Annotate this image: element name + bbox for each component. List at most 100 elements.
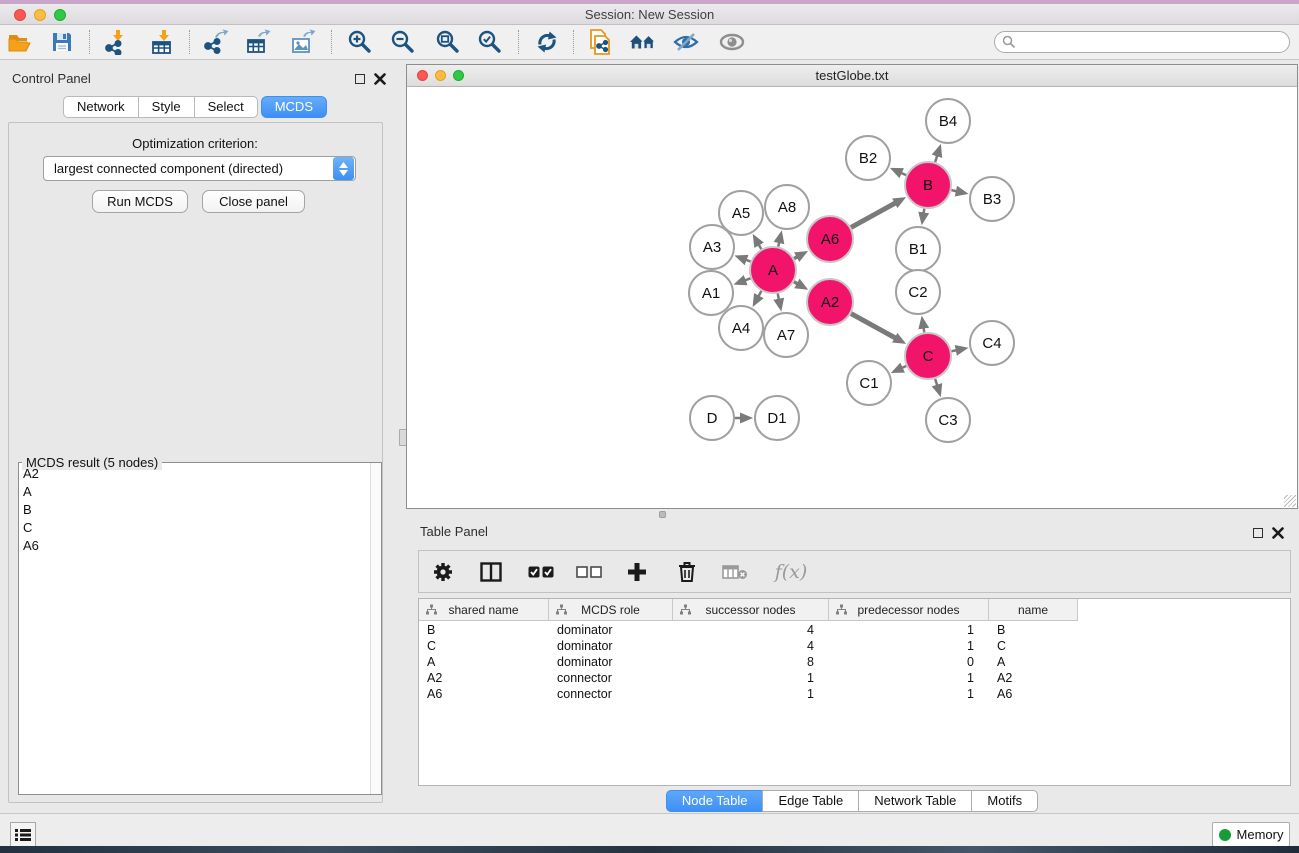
home-icon[interactable] [629,28,657,56]
table-row[interactable]: A6connector11A6 [419,687,1290,703]
table-cell-mcds-role[interactable]: connector [549,687,673,703]
graph-node-B3[interactable]: B3 [970,177,1014,221]
zoom-selected-icon[interactable] [476,28,504,56]
graph-node-C4[interactable]: C4 [970,321,1014,365]
mcds-result-item[interactable]: A [19,482,369,500]
task-history-button[interactable] [10,822,36,847]
table-cell-name[interactable]: A [989,655,1078,671]
optimization-criterion-dropdown[interactable]: largest connected component (directed) [43,156,356,181]
table-cell-mcds-role[interactable]: dominator [549,655,673,671]
table-cell-shared-name[interactable]: A2 [419,671,549,687]
column-header-predecessor-nodes[interactable]: predecessor nodes [829,599,989,621]
column-header-shared-name[interactable]: shared name [419,599,549,621]
search-field[interactable] [994,31,1290,53]
graph-node-A3[interactable]: A3 [690,225,734,269]
export-network-icon[interactable] [202,28,230,56]
graph-node-A[interactable]: A [750,247,796,293]
mcds-result-item[interactable]: A6 [19,536,369,554]
table-cell-name[interactable]: B [989,623,1078,639]
table-cell-mcds-role[interactable]: dominator [549,639,673,655]
table-cell-successor-nodes[interactable]: 4 [673,639,829,655]
close-panel-button[interactable]: Close panel [202,190,305,213]
tab-edge-table[interactable]: Edge Table [762,790,859,812]
graph-node-C2[interactable]: C2 [896,270,940,314]
tab-style[interactable]: Style [138,96,195,118]
network-window-titlebar[interactable]: testGlobe.txt [407,65,1297,87]
add-column-icon[interactable] [623,558,651,586]
tab-select[interactable]: Select [194,96,258,118]
mcds-result-item[interactable]: B [19,500,369,518]
tab-node-table[interactable]: Node Table [666,790,764,812]
tab-network-table[interactable]: Network Table [858,790,972,812]
graph-node-B1[interactable]: B1 [896,227,940,271]
run-mcds-button[interactable]: Run MCDS [92,190,188,213]
graph-node-A6[interactable]: A6 [807,216,853,262]
table-cell-name[interactable]: A6 [989,687,1078,703]
duplicate-network-icon[interactable] [586,28,614,56]
table-cell-successor-nodes[interactable]: 8 [673,655,829,671]
graph-node-A4[interactable]: A4 [719,306,763,350]
table-cell-shared-name[interactable]: C [419,639,549,655]
mcds-result-item[interactable]: C [19,518,369,536]
export-image-icon[interactable] [289,28,317,56]
table-cell-predecessor-nodes[interactable]: 1 [829,623,989,639]
table-row[interactable]: Bdominator41B [419,623,1290,639]
search-input[interactable] [1016,33,1289,51]
column-header-name[interactable]: name [989,599,1078,621]
refresh-icon[interactable] [533,28,561,56]
table-cell-shared-name[interactable]: A [419,655,549,671]
table-cell-name[interactable]: C [989,639,1078,655]
table-cell-predecessor-nodes[interactable]: 0 [829,655,989,671]
table-row[interactable]: Adominator80A [419,655,1290,671]
table-cell-predecessor-nodes[interactable]: 1 [829,671,989,687]
graph-node-A2[interactable]: A2 [807,279,853,325]
main-titlebar[interactable]: Session: New Session [0,4,1299,25]
import-table-icon[interactable] [149,28,177,56]
column-header-mcds-role[interactable]: MCDS role [549,599,673,621]
save-icon[interactable] [48,28,76,56]
table-cell-name[interactable]: A2 [989,671,1078,687]
table-cell-mcds-role[interactable]: connector [549,671,673,687]
select-all-icon[interactable] [527,558,555,586]
eye-slash-icon[interactable] [672,28,700,56]
zoom-in-icon[interactable] [346,28,374,56]
graph-node-D[interactable]: D [690,396,734,440]
horizontal-splitter-handle[interactable] [659,511,666,518]
table-cell-shared-name[interactable]: A6 [419,687,549,703]
export-table-icon[interactable] [244,28,272,56]
table-cell-predecessor-nodes[interactable]: 1 [829,639,989,655]
graph-node-A7[interactable]: A7 [764,313,808,357]
result-list-scrollbar[interactable] [370,463,381,794]
table-cell-predecessor-nodes[interactable]: 1 [829,687,989,703]
table-cell-shared-name[interactable]: B [419,623,549,639]
graph-node-C3[interactable]: C3 [926,398,970,442]
close-table-panel-icon[interactable] [1272,527,1284,539]
resize-grip-icon[interactable] [1284,495,1296,507]
split-table-icon[interactable] [477,558,505,586]
memory-button[interactable]: Memory [1212,822,1290,847]
deselect-all-icon[interactable] [575,558,603,586]
zoom-out-icon[interactable] [389,28,417,56]
float-table-panel-icon[interactable] [1253,528,1263,538]
float-panel-icon[interactable] [355,74,365,84]
table-cell-mcds-role[interactable]: dominator [549,623,673,639]
graph-node-A8[interactable]: A8 [765,185,809,229]
gear-icon[interactable] [429,558,457,586]
import-network-icon[interactable] [103,28,131,56]
table-row[interactable]: Cdominator41C [419,639,1290,655]
table-cell-successor-nodes[interactable]: 1 [673,687,829,703]
graph-node-B2[interactable]: B2 [846,136,890,180]
mcds-result-item[interactable]: A2 [19,464,369,482]
tab-motifs[interactable]: Motifs [971,790,1038,812]
table-cell-successor-nodes[interactable]: 1 [673,671,829,687]
delete-column-icon[interactable] [673,558,701,586]
graph-node-A5[interactable]: A5 [719,191,763,235]
column-header-successor-nodes[interactable]: successor nodes [673,599,829,621]
table-cell-successor-nodes[interactable]: 4 [673,623,829,639]
network-canvas[interactable]: B4B2BB3A8A5A6A3B1AC2A1A2A4A7C4CC1C3DD1 [407,87,1297,508]
zoom-fit-icon[interactable] [434,28,462,56]
table-row[interactable]: A2connector11A2 [419,671,1290,687]
graph-node-B4[interactable]: B4 [926,99,970,143]
graph-node-C1[interactable]: C1 [847,361,891,405]
graph-node-B[interactable]: B [905,162,951,208]
